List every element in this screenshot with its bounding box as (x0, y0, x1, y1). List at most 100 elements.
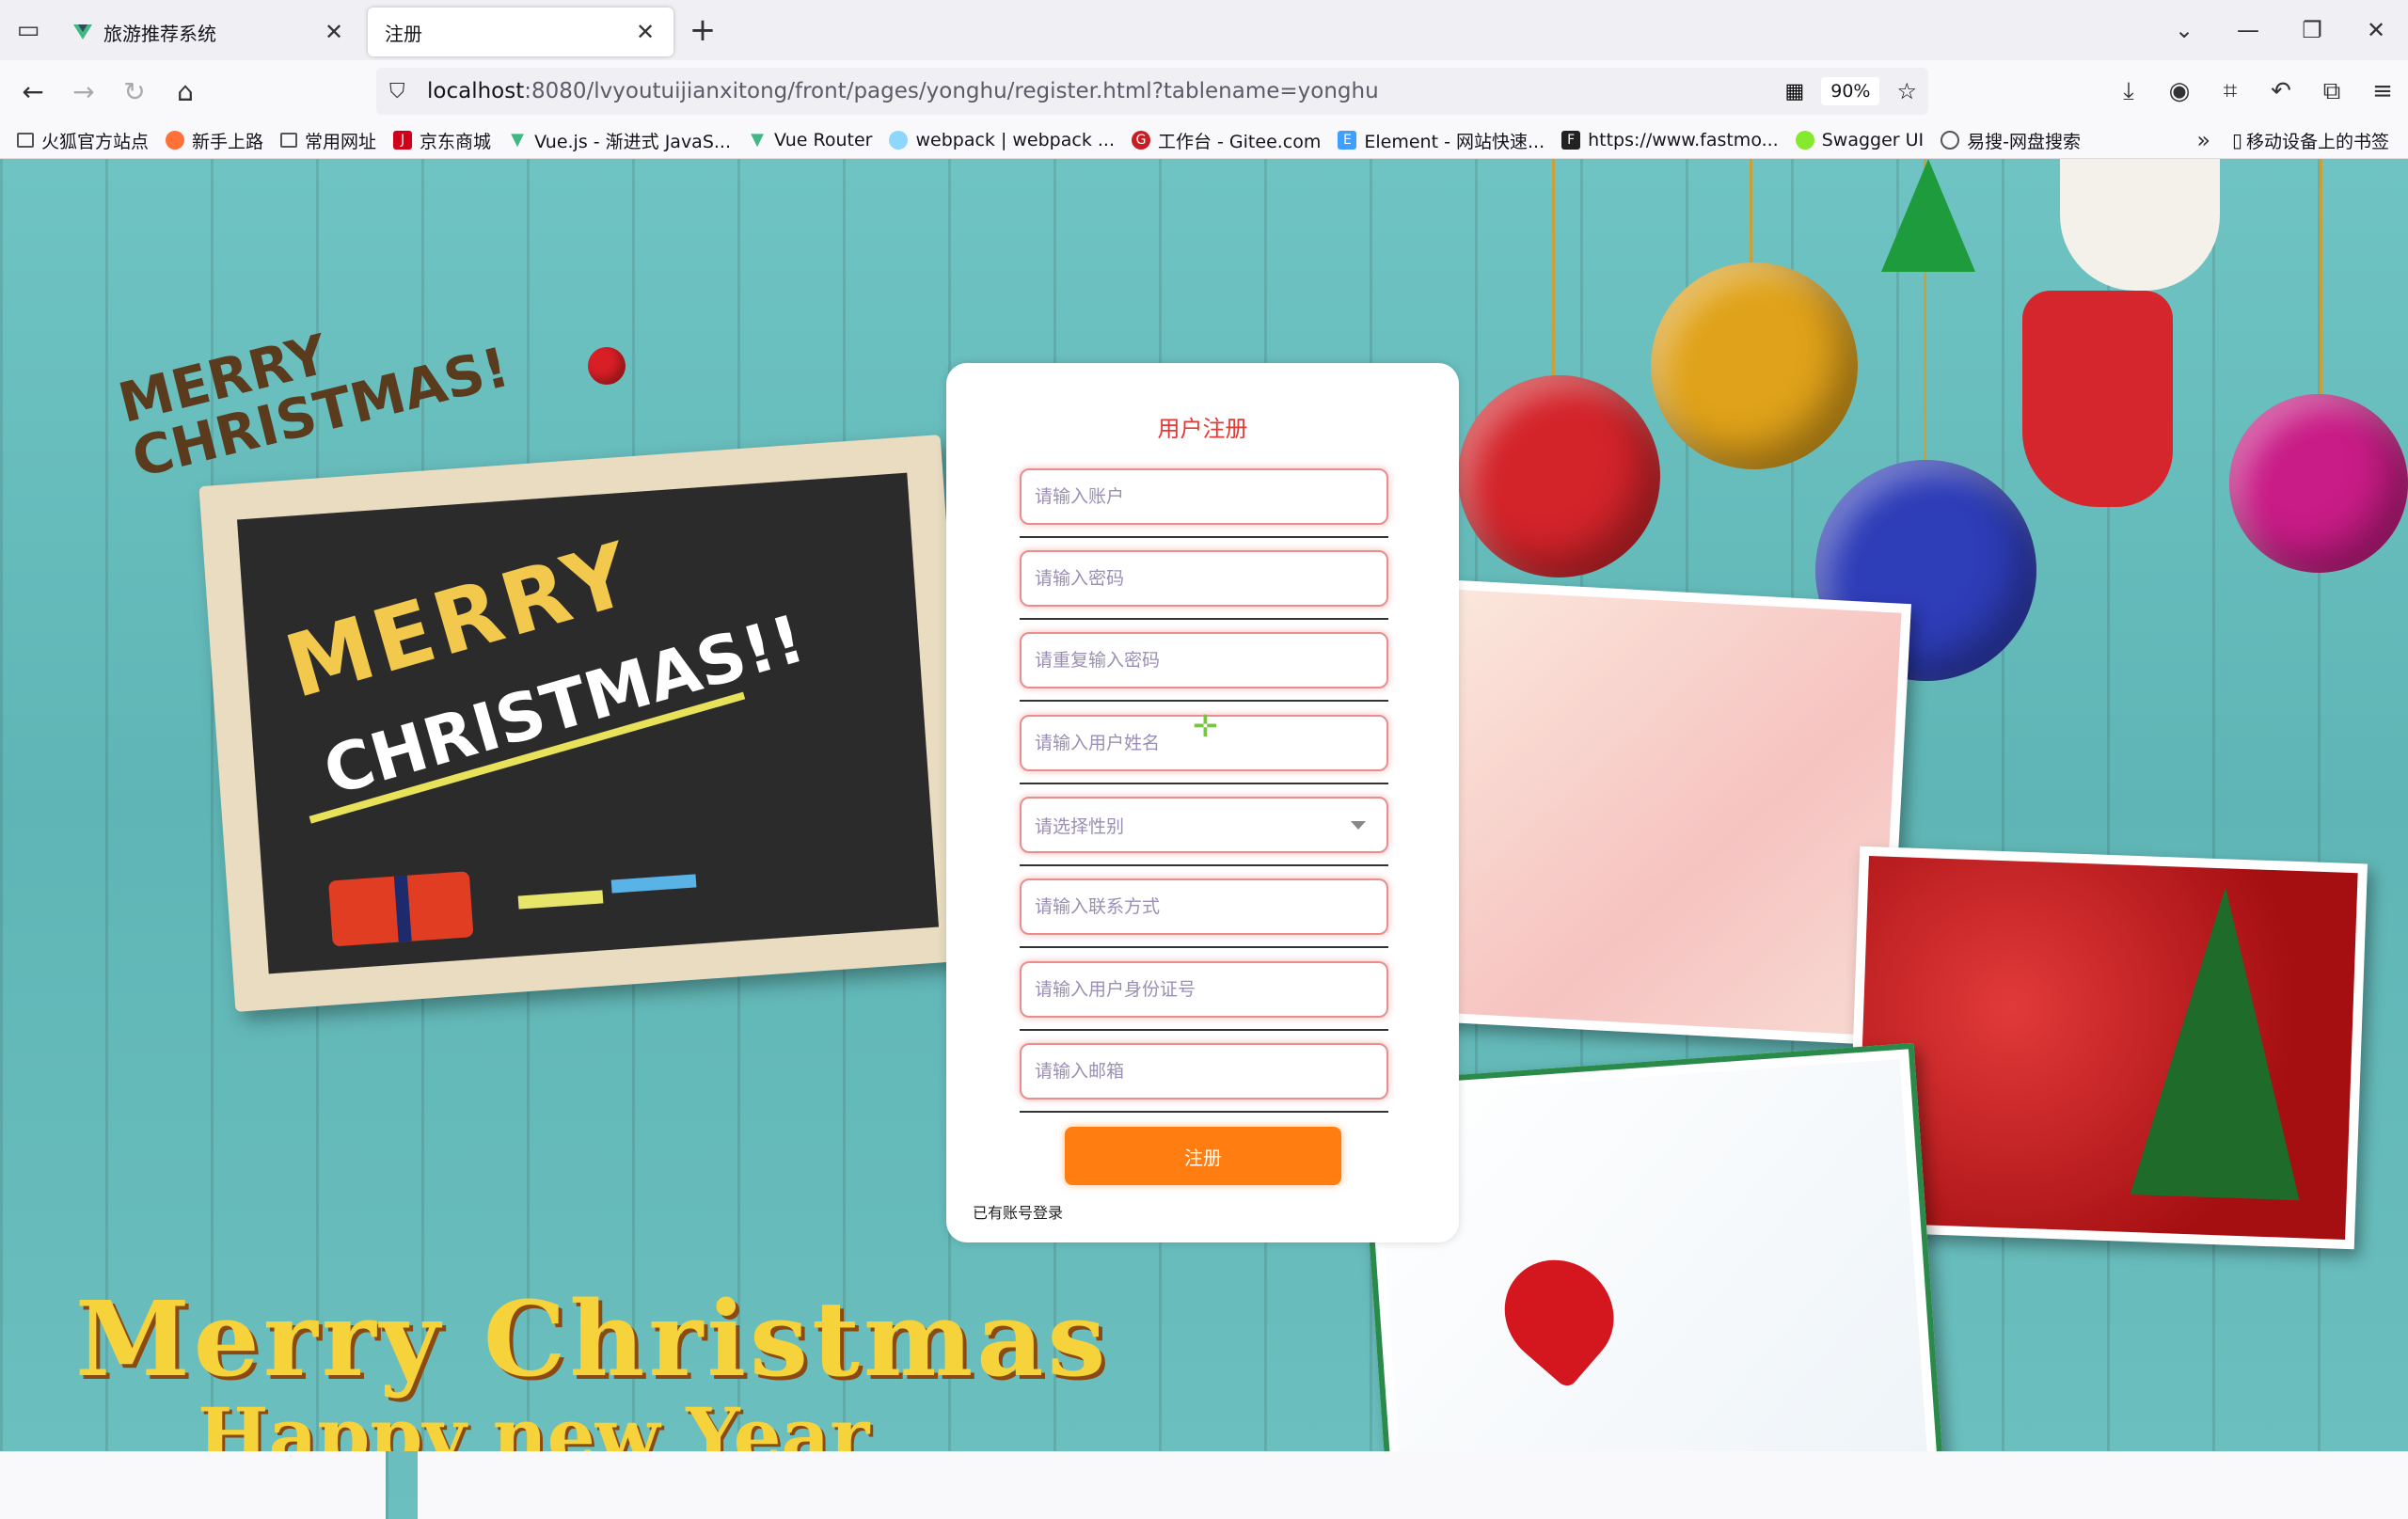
bookmark-label: 常用网址 (305, 131, 377, 152)
fastmock-icon: F (1561, 131, 1581, 150)
close-icon[interactable]: ✕ (323, 19, 345, 45)
element-icon: E (1338, 131, 1357, 150)
extensions-icon[interactable]: ⧉ (2306, 77, 2357, 106)
tab-list-icon[interactable]: ▭ (0, 0, 56, 60)
tab-register[interactable]: 注册 ✕ (368, 8, 673, 56)
close-icon[interactable]: ✕ (634, 19, 657, 45)
chevron-down-icon[interactable]: ⌄ (2152, 17, 2216, 43)
folder-icon (17, 133, 34, 148)
divider (1020, 864, 1388, 866)
forward-icon[interactable]: → (58, 66, 109, 117)
bookmark-label: Vue Router (774, 130, 873, 150)
more-bookmarks-icon[interactable]: » (2196, 127, 2210, 153)
mobile-bookmarks[interactable]: ▯ 移动设备上的书签 (2232, 128, 2389, 153)
divider (1020, 1111, 1388, 1113)
screenshot-icon[interactable]: ⌗ (2205, 77, 2256, 106)
swagger-icon (1795, 131, 1814, 150)
bookmark-item[interactable]: webpack | webpack ... (889, 130, 1115, 150)
bookmark-item[interactable]: Swagger UI (1795, 130, 1925, 150)
photo-image (1433, 589, 1902, 1036)
register-button[interactable]: 注册 (1065, 1127, 1341, 1185)
bookmark-item[interactable]: Fhttps://www.fastmo... (1561, 130, 1779, 150)
account-input[interactable] (1020, 468, 1388, 525)
bookmark-item[interactable]: J 京东商城 (393, 128, 491, 153)
bookmark-item[interactable]: 火狐官方站点 (17, 128, 149, 153)
red-ornament (1458, 375, 1660, 578)
account-icon[interactable]: ◉ (2154, 77, 2205, 105)
webpack-icon (889, 131, 909, 150)
chalk-piece (517, 890, 604, 910)
doodle-merry-christmas: MERRY CHRISTMAS! (112, 322, 515, 491)
phone-input[interactable] (1020, 878, 1388, 935)
bookmark-label: Element - 网站快速... (1364, 131, 1545, 152)
firefox-icon (166, 131, 185, 150)
ornament-string (1552, 159, 1555, 375)
id-card-input[interactable] (1020, 961, 1388, 1018)
bookmark-item[interactable]: ▼ Vue.js - 渐进式 JavaS... (508, 128, 731, 153)
divider (1020, 783, 1388, 784)
jd-icon: J (393, 131, 413, 150)
bookmark-star-icon[interactable]: ☆ (1896, 78, 1917, 104)
bookmark-item[interactable]: 易搜-网盘搜索 (1941, 128, 2081, 153)
reload-icon[interactable]: ↻ (109, 66, 160, 117)
bookmark-item[interactable]: ▼ Vue Router (748, 130, 872, 150)
shield-icon[interactable]: ⛉ (389, 80, 418, 103)
home-icon[interactable]: ⌂ (160, 66, 211, 117)
chevron-down-icon (1351, 821, 1366, 830)
qr-code-icon[interactable]: ▦ (1784, 80, 1804, 103)
password-repeat-input[interactable] (1020, 632, 1388, 688)
divider (1020, 1029, 1388, 1031)
globe-icon (1941, 131, 1960, 150)
download-icon[interactable]: ⤓ (2103, 77, 2154, 106)
bookmarks-bar: 火狐官方站点 新手上路 常用网址 J 京东商城 ▼ Vue.js - 渐进式 Jav… (0, 122, 2408, 159)
gold-ornament (1651, 262, 1858, 469)
back-icon[interactable]: ← (8, 66, 58, 117)
bookmark-label: 易搜-网盘搜索 (1967, 131, 2082, 152)
new-tab-icon[interactable]: + (679, 11, 726, 49)
chalkboard-image: MERRY CHRISTMAS!! (198, 435, 977, 1012)
register-card: 用户注册 请选择性别 注册 已有账号登录 (946, 363, 1459, 1242)
tab-title: 注册 (385, 22, 422, 45)
menu-icon[interactable]: ≡ (2357, 77, 2408, 105)
bookmark-label: 工作台 - Gitee.com (1158, 131, 1322, 152)
url-path: :8080/lvyoutuijianxitong/front/pages/yon… (524, 79, 1379, 103)
url-text[interactable]: localhost:8080/lvyoutuijianxitong/front/… (427, 79, 1379, 103)
bookmark-label: https://www.fastmo... (1588, 130, 1779, 150)
bookmark-item[interactable]: E Element - 网站快速... (1338, 128, 1545, 153)
close-window-icon[interactable]: ✕ (2344, 17, 2408, 43)
ornament-string (2320, 159, 2322, 394)
chalk-piece (610, 874, 697, 894)
pushpin-icon (588, 347, 626, 385)
gender-select-placeholder: 请选择性别 (1035, 815, 1125, 837)
restore-icon[interactable]: ❐ (2280, 17, 2344, 43)
gender-select[interactable]: 请选择性别 (1020, 797, 1388, 853)
snowman-image (2060, 159, 2220, 291)
tab-bar: ▭ 旅游推荐系统 ✕ 注册 ✕ + ⌄ — ❐ ✕ (0, 0, 2408, 60)
tab-travel[interactable]: 旅游推荐系统 ✕ (56, 8, 362, 56)
bookmark-label: 火狐官方站点 (41, 131, 150, 152)
minimize-icon[interactable]: — (2216, 17, 2280, 43)
christmas-tree-image (2130, 884, 2310, 1201)
password-input[interactable] (1020, 550, 1388, 607)
login-link[interactable]: 已有账号登录 (973, 1200, 1063, 1223)
bookmark-label: Swagger UI (1821, 130, 1925, 150)
mobile-icon: ▯ (2231, 129, 2242, 151)
email-input[interactable] (1020, 1043, 1388, 1100)
zoom-level[interactable]: 90% (1821, 77, 1880, 105)
bookmark-item[interactable]: 常用网址 (280, 128, 376, 153)
bookmark-label: 京东商城 (420, 131, 492, 152)
bookmark-label: 新手上路 (192, 131, 264, 152)
pink-ornament (2229, 394, 2408, 573)
url-host: localhost (427, 79, 525, 103)
bookmark-item[interactable]: 新手上路 (166, 128, 263, 153)
folder-icon (280, 133, 298, 148)
bookmark-item[interactable]: G 工作台 - Gitee.com (1132, 128, 1321, 153)
vue-icon: ▼ (751, 130, 764, 150)
url-bar[interactable]: ⛉ 🗋 localhost:8080/lvyoutuijianxitong/fr… (376, 68, 1928, 1519)
nav-bar: ← → ↻ ⌂ ⛉ 🗋 localhost:8080/lvyoutuijianx… (0, 60, 2408, 1519)
bookmark-label: Vue.js - 渐进式 JavaS... (534, 131, 732, 152)
vue-icon: ▼ (511, 130, 524, 150)
divider (1020, 536, 1388, 538)
move-cursor-icon: ✛ (1193, 708, 1218, 744)
undo-icon[interactable]: ↶ (2256, 77, 2306, 105)
